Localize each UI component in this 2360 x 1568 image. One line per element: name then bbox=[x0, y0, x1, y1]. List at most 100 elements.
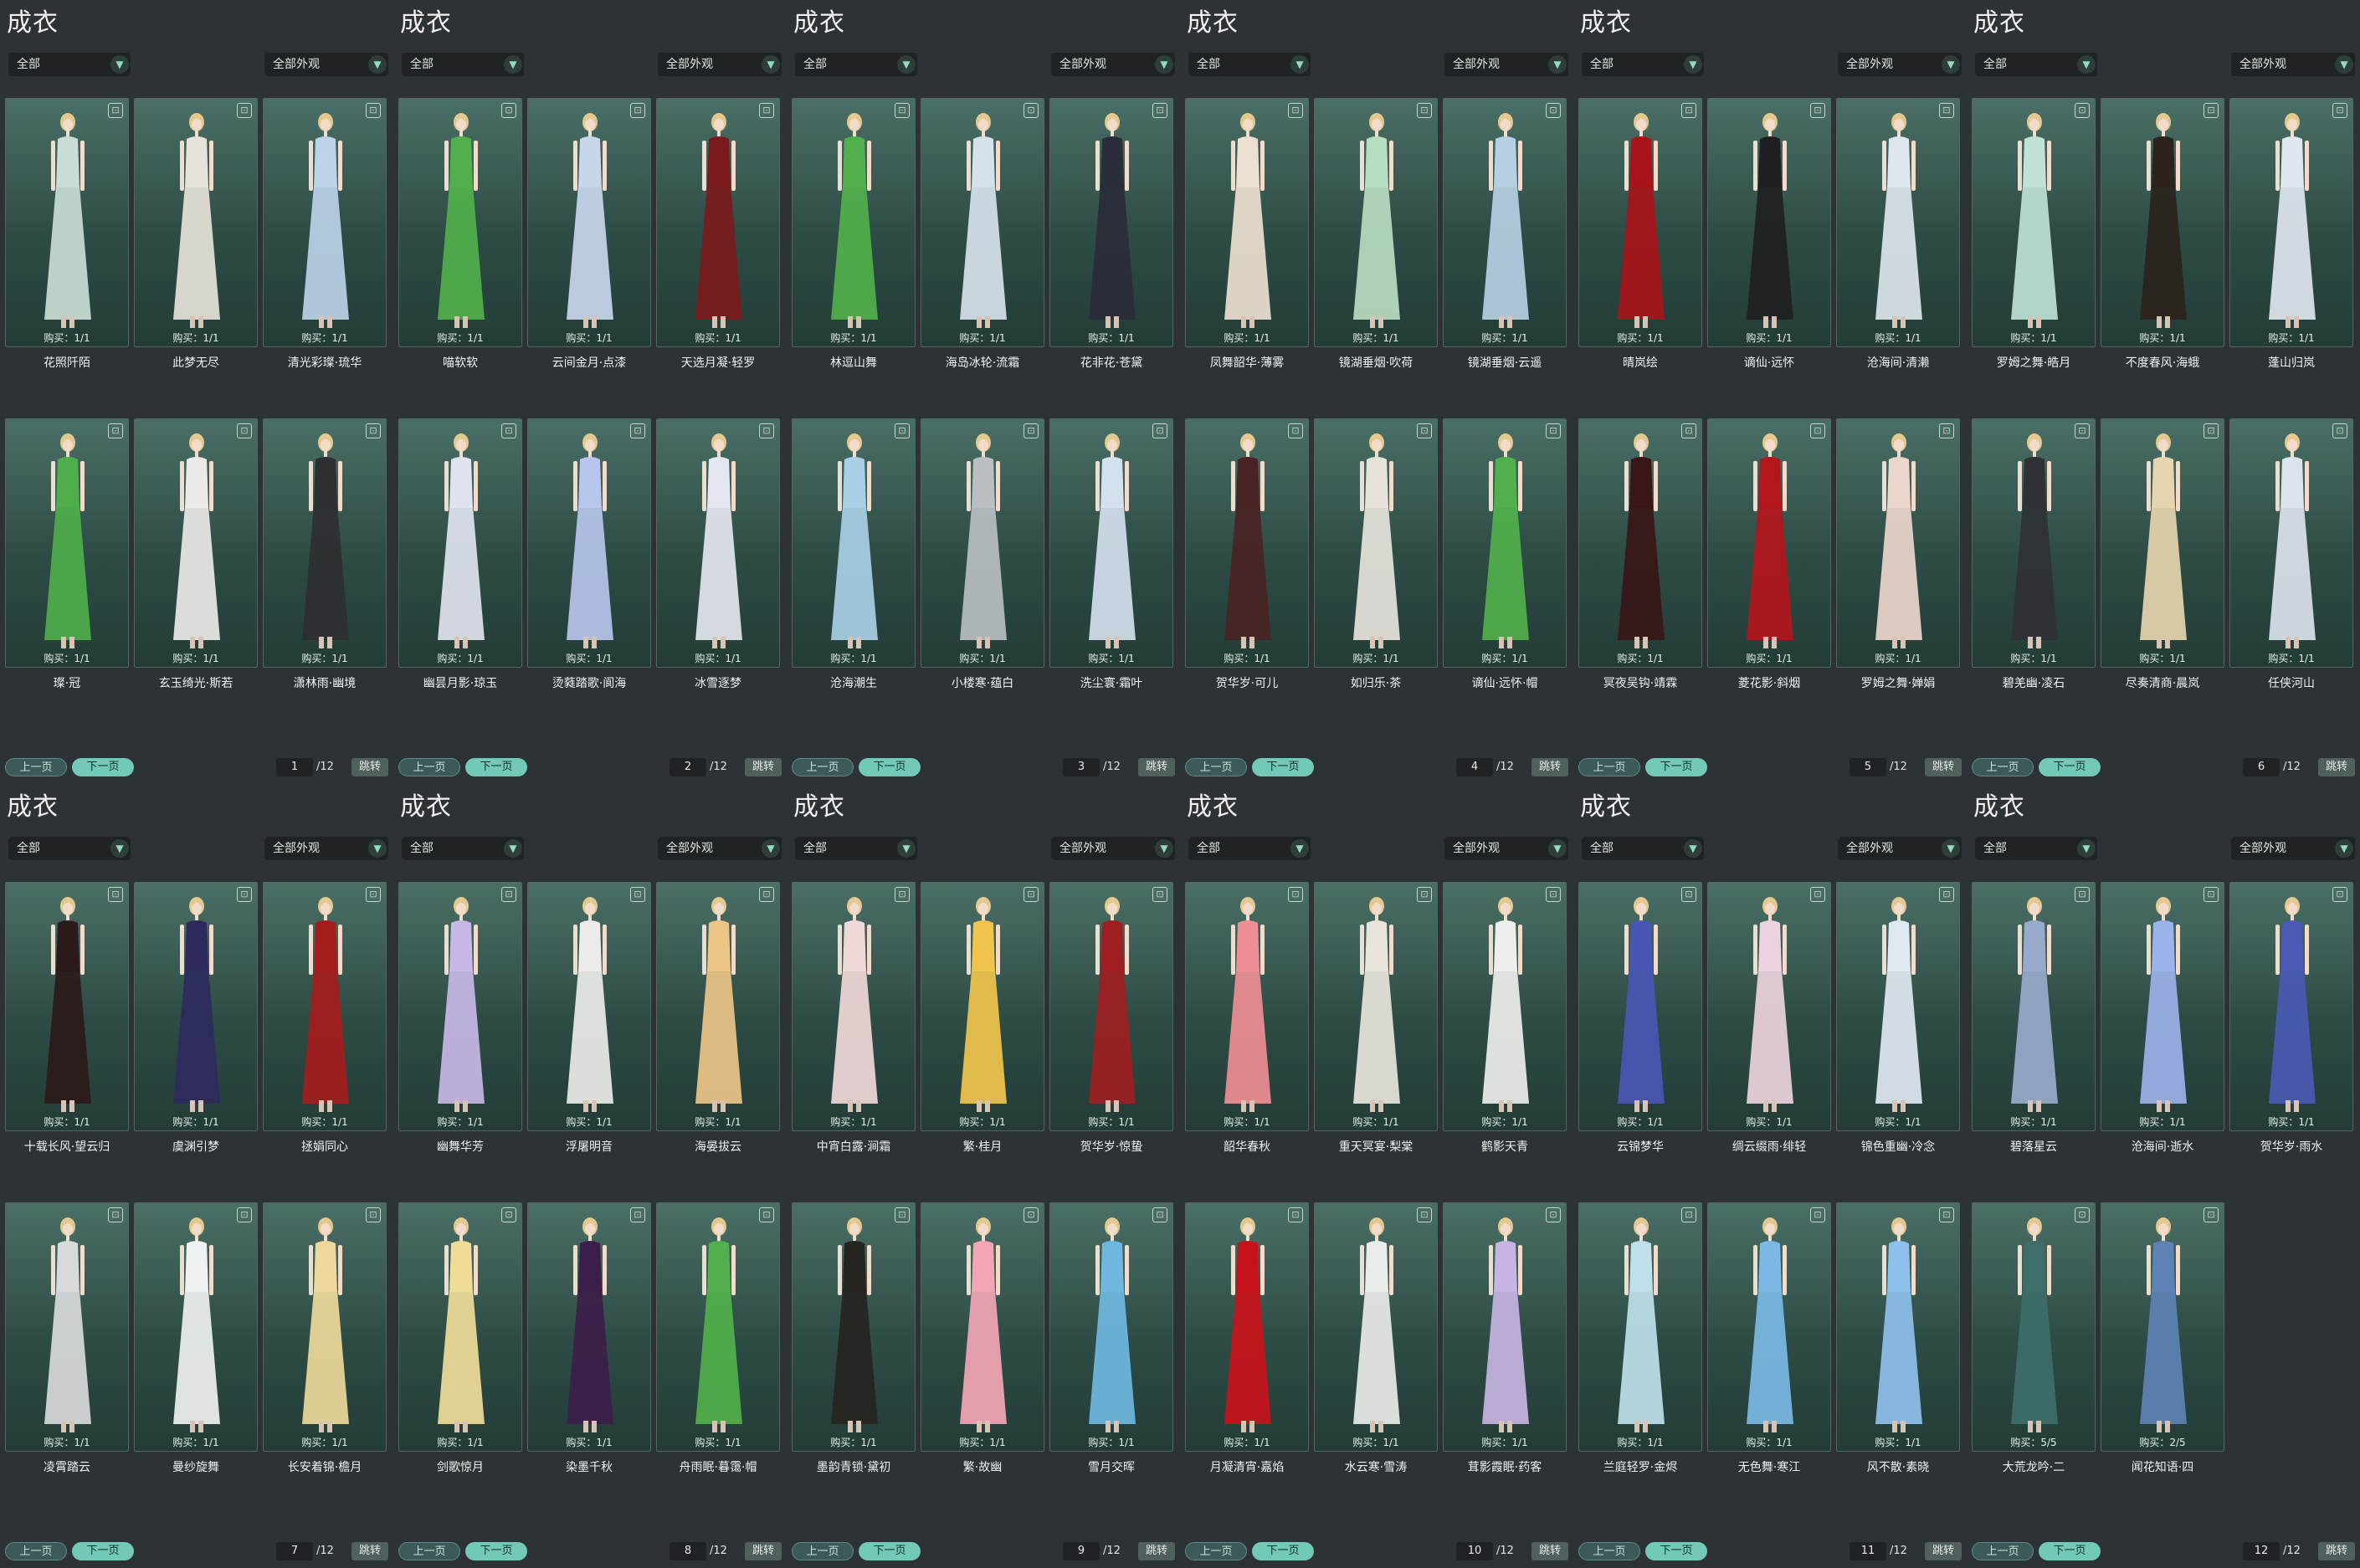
outfit-card[interactable]: ⊡ 购买：1/1 bbox=[263, 1202, 387, 1452]
trash-icon[interactable]: ⊡ bbox=[630, 423, 645, 438]
page-number-input[interactable]: 1 bbox=[276, 758, 313, 776]
trash-icon[interactable]: ⊡ bbox=[1152, 1207, 1167, 1222]
outfit-card[interactable]: ⊡ 购买：1/1 bbox=[1314, 1202, 1438, 1452]
trash-icon[interactable]: ⊡ bbox=[2204, 103, 2219, 118]
outfit-card[interactable]: ⊡ 购买：1/1 bbox=[1185, 882, 1309, 1131]
next-page-button[interactable]: 下一页 bbox=[465, 1542, 527, 1560]
outfit-card[interactable]: ⊡ 购买：1/1 bbox=[1707, 882, 1831, 1131]
trash-icon[interactable]: ⊡ bbox=[1417, 887, 1432, 902]
trash-icon[interactable]: ⊡ bbox=[2075, 423, 2090, 438]
outfit-card[interactable]: ⊡ 购买：1/1 bbox=[2229, 98, 2353, 347]
outfit-card[interactable]: ⊡ 购买：1/1 bbox=[2101, 418, 2224, 668]
prev-page-button[interactable]: 上一页 bbox=[1972, 758, 2034, 776]
jump-button[interactable]: 跳转 bbox=[2318, 758, 2355, 776]
outfit-card[interactable]: ⊡ 购买：1/1 bbox=[398, 882, 522, 1131]
trash-icon[interactable]: ⊡ bbox=[1546, 423, 1561, 438]
outfit-card[interactable]: ⊡ 购买：1/1 bbox=[263, 98, 387, 347]
trash-icon[interactable]: ⊡ bbox=[1939, 1207, 1954, 1222]
outfit-card[interactable]: ⊡ 购买：1/1 bbox=[1443, 882, 1567, 1131]
outfit-card[interactable]: ⊡ 购买：1/1 bbox=[1972, 98, 2096, 347]
trash-icon[interactable]: ⊡ bbox=[108, 1207, 123, 1222]
outfit-card[interactable]: ⊡ 购买：1/1 bbox=[656, 418, 780, 668]
outfit-card[interactable]: ⊡ 购买：1/1 bbox=[1443, 418, 1567, 668]
outfit-card[interactable]: ⊡ 购买：1/1 bbox=[1836, 98, 1960, 347]
outfit-card[interactable]: ⊡ 购买：1/1 bbox=[1972, 418, 2096, 668]
next-page-button[interactable]: 下一页 bbox=[2039, 758, 2101, 776]
next-page-button[interactable]: 下一页 bbox=[465, 758, 527, 776]
page-number-input[interactable]: 9 bbox=[1063, 1542, 1100, 1560]
trash-icon[interactable]: ⊡ bbox=[1681, 887, 1696, 902]
outfit-card[interactable]: ⊡ 购买：5/5 bbox=[1972, 1202, 2096, 1452]
category-filter-dropdown[interactable]: 全部 ▼ bbox=[795, 837, 917, 860]
outfit-card[interactable]: ⊡ 购买：1/1 bbox=[1314, 98, 1438, 347]
appearance-filter-dropdown[interactable]: 全部外观 ▼ bbox=[1051, 837, 1175, 860]
trash-icon[interactable]: ⊡ bbox=[1681, 423, 1696, 438]
trash-icon[interactable]: ⊡ bbox=[1024, 887, 1039, 902]
page-number-input[interactable]: 6 bbox=[2243, 758, 2280, 776]
outfit-card[interactable]: ⊡ 购买：1/1 bbox=[1578, 1202, 1702, 1452]
trash-icon[interactable]: ⊡ bbox=[1024, 423, 1039, 438]
outfit-card[interactable]: ⊡ 购买：1/1 bbox=[527, 98, 651, 347]
outfit-card[interactable]: ⊡ 购买：1/1 bbox=[1049, 98, 1173, 347]
outfit-card[interactable]: ⊡ 购买：1/1 bbox=[1578, 882, 1702, 1131]
outfit-card[interactable]: ⊡ 购买：1/1 bbox=[527, 882, 651, 1131]
outfit-card[interactable]: ⊡ 购买：1/1 bbox=[398, 418, 522, 668]
outfit-card[interactable]: ⊡ 购买：1/1 bbox=[1707, 1202, 1831, 1452]
page-number-input[interactable]: 10 bbox=[1456, 1542, 1493, 1560]
appearance-filter-dropdown[interactable]: 全部外观 ▼ bbox=[1444, 837, 1568, 860]
trash-icon[interactable]: ⊡ bbox=[1939, 103, 1954, 118]
outfit-card[interactable]: ⊡ 购买：1/1 bbox=[1185, 98, 1309, 347]
jump-button[interactable]: 跳转 bbox=[1138, 758, 1175, 776]
outfit-card[interactable]: ⊡ 购买：1/1 bbox=[527, 418, 651, 668]
prev-page-button[interactable]: 上一页 bbox=[792, 758, 854, 776]
category-filter-dropdown[interactable]: 全部 ▼ bbox=[1188, 837, 1311, 860]
outfit-card[interactable]: ⊡ 购买：1/1 bbox=[1049, 1202, 1173, 1452]
appearance-filter-dropdown[interactable]: 全部外观 ▼ bbox=[264, 837, 388, 860]
trash-icon[interactable]: ⊡ bbox=[2204, 423, 2219, 438]
trash-icon[interactable]: ⊡ bbox=[2332, 423, 2347, 438]
outfit-card[interactable]: ⊡ 购买：1/1 bbox=[5, 882, 129, 1131]
jump-button[interactable]: 跳转 bbox=[1925, 1542, 1962, 1560]
trash-icon[interactable]: ⊡ bbox=[895, 1207, 910, 1222]
trash-icon[interactable]: ⊡ bbox=[895, 103, 910, 118]
trash-icon[interactable]: ⊡ bbox=[2075, 1207, 2090, 1222]
category-filter-dropdown[interactable]: 全部 ▼ bbox=[402, 53, 524, 76]
prev-page-button[interactable]: 上一页 bbox=[1185, 1542, 1247, 1560]
outfit-card[interactable]: ⊡ 购买：1/1 bbox=[527, 1202, 651, 1452]
trash-icon[interactable]: ⊡ bbox=[1152, 423, 1167, 438]
outfit-card[interactable]: ⊡ 购买：1/1 bbox=[2101, 98, 2224, 347]
outfit-card[interactable]: ⊡ 购买：1/1 bbox=[1314, 418, 1438, 668]
trash-icon[interactable]: ⊡ bbox=[1417, 103, 1432, 118]
trash-icon[interactable]: ⊡ bbox=[1024, 1207, 1039, 1222]
outfit-card[interactable]: ⊡ 购买：1/1 bbox=[921, 418, 1044, 668]
trash-icon[interactable]: ⊡ bbox=[1152, 887, 1167, 902]
prev-page-button[interactable]: 上一页 bbox=[792, 1542, 854, 1560]
appearance-filter-dropdown[interactable]: 全部外观 ▼ bbox=[1051, 53, 1175, 76]
appearance-filter-dropdown[interactable]: 全部外观 ▼ bbox=[2231, 53, 2355, 76]
outfit-card[interactable]: ⊡ 购买：1/1 bbox=[656, 1202, 780, 1452]
next-page-button[interactable]: 下一页 bbox=[1252, 1542, 1314, 1560]
outfit-card[interactable]: ⊡ 购买：1/1 bbox=[656, 98, 780, 347]
next-page-button[interactable]: 下一页 bbox=[72, 758, 134, 776]
outfit-card[interactable]: ⊡ 购买：1/1 bbox=[398, 98, 522, 347]
prev-page-button[interactable]: 上一页 bbox=[398, 1542, 460, 1560]
outfit-card[interactable]: ⊡ 购买：1/1 bbox=[1836, 882, 1960, 1131]
trash-icon[interactable]: ⊡ bbox=[501, 1207, 516, 1222]
outfit-card[interactable]: ⊡ 购买：1/1 bbox=[263, 418, 387, 668]
trash-icon[interactable]: ⊡ bbox=[895, 887, 910, 902]
category-filter-dropdown[interactable]: 全部 ▼ bbox=[1188, 53, 1311, 76]
trash-icon[interactable]: ⊡ bbox=[630, 1207, 645, 1222]
outfit-card[interactable]: ⊡ 购买：1/1 bbox=[263, 882, 387, 1131]
outfit-card[interactable]: ⊡ 购买：1/1 bbox=[1314, 882, 1438, 1131]
trash-icon[interactable]: ⊡ bbox=[1681, 1207, 1696, 1222]
trash-icon[interactable]: ⊡ bbox=[1288, 1207, 1303, 1222]
trash-icon[interactable]: ⊡ bbox=[2075, 103, 2090, 118]
outfit-card[interactable]: ⊡ 购买：1/1 bbox=[656, 882, 780, 1131]
trash-icon[interactable]: ⊡ bbox=[2204, 887, 2219, 902]
outfit-card[interactable]: ⊡ 购买：1/1 bbox=[1707, 98, 1831, 347]
outfit-card[interactable]: ⊡ 购买：1/1 bbox=[1707, 418, 1831, 668]
trash-icon[interactable]: ⊡ bbox=[1810, 103, 1825, 118]
outfit-card[interactable]: ⊡ 购买：1/1 bbox=[2229, 882, 2353, 1131]
jump-button[interactable]: 跳转 bbox=[2318, 1542, 2355, 1560]
trash-icon[interactable]: ⊡ bbox=[1681, 103, 1696, 118]
